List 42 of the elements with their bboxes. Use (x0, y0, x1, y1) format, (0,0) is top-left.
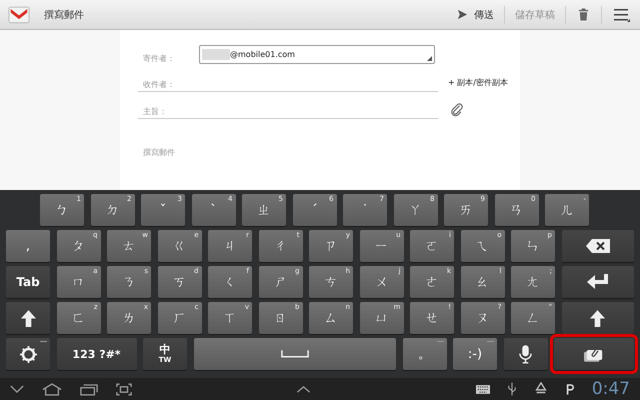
shift-arrow-icon (590, 310, 606, 326)
enter-key[interactable] (562, 266, 634, 298)
mail-logo-icon[interactable] (8, 5, 30, 24)
home-icon[interactable] (42, 382, 62, 396)
redacted-mark (202, 48, 230, 60)
key[interactable]: :-) (453, 338, 497, 370)
to-field[interactable]: 收件者： (138, 78, 438, 92)
key[interactable]: 。 (402, 338, 446, 370)
paperclip-icon[interactable] (450, 102, 464, 116)
menu-icon[interactable] (614, 8, 630, 22)
chevron-up-icon[interactable] (296, 386, 312, 392)
recent-apps-icon[interactable] (80, 382, 98, 396)
space-bracket-icon (280, 350, 309, 358)
clock: 0:47 (592, 379, 630, 399)
send-icon (457, 9, 468, 20)
from-label: 寄件者： (143, 52, 175, 64)
cc-bcc-link[interactable]: + 副本/密件副本 (448, 77, 508, 88)
tab-key[interactable]: Tab (6, 266, 50, 298)
keyboard-icon (476, 384, 490, 394)
settings-icon (20, 346, 36, 362)
key[interactable]: , (6, 230, 50, 262)
shift-key[interactable] (6, 302, 50, 334)
screenshot-icon[interactable] (116, 382, 132, 396)
usb-icon (508, 382, 516, 396)
microphone-icon (519, 344, 532, 364)
mic-key[interactable] (504, 338, 548, 370)
enter-icon (586, 274, 609, 290)
back-icon[interactable] (10, 384, 24, 394)
dropdown-corner-icon (427, 56, 432, 60)
settings-key[interactable] (6, 338, 50, 370)
p-icon (566, 383, 574, 395)
backspace-icon (586, 239, 610, 253)
subject-field[interactable]: 主旨： (138, 104, 438, 118)
from-dropdown[interactable]: @mobile01.com (199, 44, 435, 64)
shift-arrow-icon (20, 310, 36, 326)
trash-icon[interactable] (578, 8, 589, 21)
send-button[interactable]: 傳送 (455, 8, 496, 22)
screen-title: 撰寫郵件 (44, 8, 84, 22)
symbols-key[interactable]: 123 ?#* (56, 338, 136, 370)
attach-key[interactable] (554, 338, 634, 370)
backspace-key[interactable] (562, 230, 634, 262)
shift-key[interactable] (562, 302, 634, 334)
